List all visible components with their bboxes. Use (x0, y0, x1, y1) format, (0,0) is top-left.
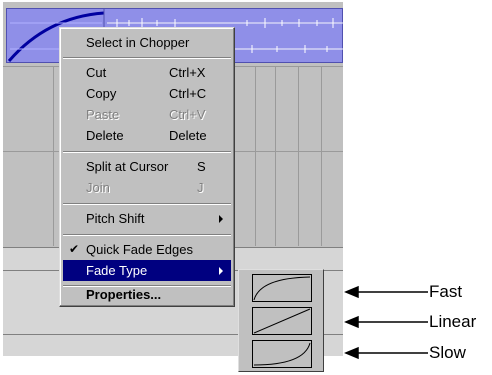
slow-label: Slow (429, 343, 466, 362)
linear-label: Linear (429, 312, 477, 331)
callout-arrows (344, 285, 428, 360)
fast-label: Fast (429, 282, 463, 301)
